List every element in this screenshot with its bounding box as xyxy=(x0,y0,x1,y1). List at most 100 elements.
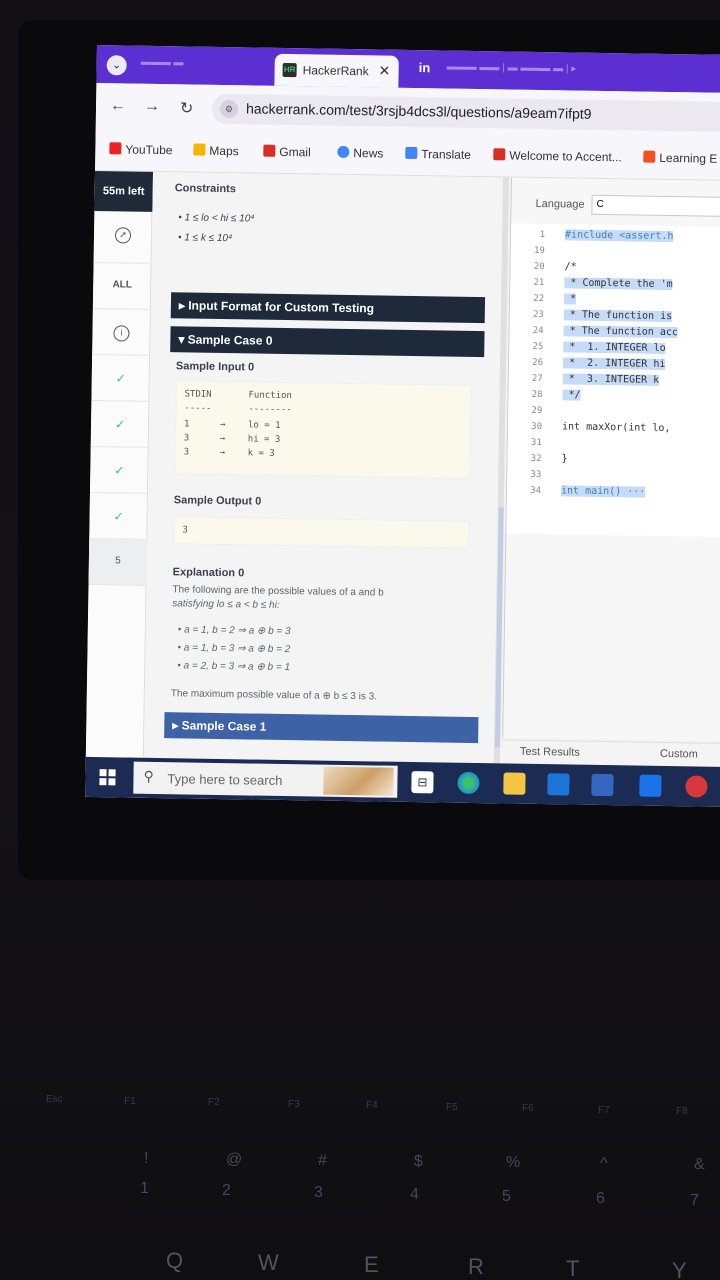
rail-q1[interactable]: ✓ xyxy=(91,354,151,402)
key-t: T xyxy=(566,1256,580,1280)
results-bar: Test Results Custom xyxy=(501,739,720,767)
key-symbol: # xyxy=(318,1152,327,1169)
code-line[interactable]: * 2. INTEGER hi xyxy=(562,357,666,370)
taskbar-search[interactable]: ⚲ Type here to search xyxy=(133,761,398,798)
key-y: Y xyxy=(672,1258,687,1280)
line-number: 34 xyxy=(530,485,542,497)
bookmark-maps[interactable]: Maps xyxy=(193,143,239,158)
line-number: 29 xyxy=(531,405,543,417)
custom-tab[interactable]: Custom xyxy=(660,748,698,761)
sample-input-heading: Sample Input 0 xyxy=(175,360,255,374)
sample-case-0-toggle[interactable]: ▾ Sample Case 0 xyxy=(170,326,485,358)
key-f5: F5 xyxy=(446,1101,458,1113)
address-bar[interactable]: ⚙ hackerrank.com/test/3rsjb4dcs3l/questi… xyxy=(211,93,720,132)
line-number: 31 xyxy=(530,437,542,449)
key-6: 6 xyxy=(596,1190,605,1207)
key-symbol: % xyxy=(506,1154,521,1171)
input-format-toggle[interactable]: ▸ Input Format for Custom Testing xyxy=(170,292,486,324)
blurred-tab[interactable]: ▬▬▬ ▬ xyxy=(141,57,261,75)
language-select[interactable]: C xyxy=(591,194,720,218)
constraints-heading: Constraints xyxy=(174,182,236,196)
security-icon[interactable] xyxy=(639,774,662,797)
app-icon[interactable] xyxy=(685,775,708,798)
line-number: 22 xyxy=(533,293,545,305)
line-number: 21 xyxy=(533,277,545,289)
laptop-screen: ⌄ ▬▬▬ ▬ HR HackerRank ✕ in ▬▬▬ ▬▬ | ▬ ▬▬… xyxy=(85,45,720,807)
test-results-tab[interactable]: Test Results xyxy=(520,746,580,759)
rail-q2[interactable]: ✓ xyxy=(90,400,150,448)
rail-q3[interactable]: ✓ xyxy=(89,446,149,494)
arrow: → xyxy=(219,447,226,459)
reload-icon[interactable]: ↻ xyxy=(180,98,194,118)
mail-icon[interactable] xyxy=(547,773,570,796)
task-view-icon[interactable]: ⊟ xyxy=(411,771,434,794)
info-icon: i xyxy=(113,325,130,342)
back-arrow-icon[interactable]: ← xyxy=(110,97,126,115)
code-line[interactable]: * The function acc xyxy=(563,325,679,339)
rail-compass[interactable]: ➚ xyxy=(93,210,153,264)
code-line[interactable]: #include <assert.h xyxy=(564,229,674,243)
key-5: 5 xyxy=(502,1188,511,1205)
bookmark-accenture[interactable]: Welcome to Accent... xyxy=(493,148,622,164)
sample-case-1-toggle[interactable]: ▸ Sample Case 1 xyxy=(164,712,479,744)
key-w: W xyxy=(258,1250,279,1275)
explanation-text: satisfying lo ≤ a < b ≤ hi: xyxy=(172,598,280,611)
news-icon xyxy=(337,145,350,158)
key-symbol: & xyxy=(694,1156,705,1173)
blurred-tabs[interactable]: ▬▬▬ ▬▬ | ▬ ▬▬▬ ▬ | ▸ xyxy=(447,61,707,81)
stdin-value: 1 xyxy=(183,419,190,430)
line-number: 23 xyxy=(532,309,544,321)
code-line[interactable]: * The function is xyxy=(563,309,673,323)
rail-q4[interactable]: ✓ xyxy=(89,492,148,540)
bookmark-news[interactable]: News xyxy=(337,145,383,161)
code-line[interactable]: * xyxy=(563,293,577,305)
key-symbol: @ xyxy=(226,1151,243,1168)
forward-arrow-icon[interactable]: → xyxy=(144,98,160,116)
line-number: 30 xyxy=(531,421,543,433)
rail-q5[interactable]: 5 xyxy=(88,538,148,586)
key-f3: F3 xyxy=(288,1098,300,1110)
bookmark-youtube[interactable]: YouTube xyxy=(109,142,173,157)
code-line[interactable]: * 3. INTEGER k xyxy=(562,373,660,386)
rail-info[interactable]: i xyxy=(92,308,151,356)
code-line[interactable]: int maxXor(int lo, xyxy=(562,421,671,434)
tab-close-icon[interactable]: ✕ xyxy=(378,62,391,79)
check-icon: ✓ xyxy=(115,371,126,386)
address-text[interactable]: hackerrank.com/test/3rsjb4dcs3l/question… xyxy=(246,100,592,121)
code-line[interactable]: * 1. INTEGER lo xyxy=(563,341,666,354)
code-line[interactable]: /* xyxy=(564,261,576,272)
linkedin-tab-icon[interactable]: in xyxy=(419,60,431,75)
stdin-dashes: ----- xyxy=(184,403,212,414)
function-header: Function xyxy=(248,390,292,402)
code-line[interactable]: */ xyxy=(562,389,581,401)
key-f8: F8 xyxy=(676,1106,688,1117)
sample-output-box: 3 xyxy=(173,516,470,549)
file-explorer-icon[interactable] xyxy=(503,772,526,795)
language-label: Language xyxy=(535,197,585,211)
stdin-value: 3 xyxy=(183,433,190,444)
key-1: 1 xyxy=(140,1180,149,1197)
tab-hackerrank[interactable]: HR HackerRank ✕ xyxy=(274,53,399,88)
check-icon: ✓ xyxy=(114,417,126,432)
store-icon[interactable] xyxy=(591,773,614,797)
key-e: E xyxy=(364,1252,379,1277)
site-info-icon[interactable]: ⚙ xyxy=(219,99,239,119)
windows-start-icon[interactable] xyxy=(99,769,116,786)
taskbar-search-placeholder: Type here to search xyxy=(167,771,283,789)
edge-icon[interactable] xyxy=(457,771,480,795)
code-line[interactable]: } xyxy=(561,453,567,464)
bookmark-gmail[interactable]: Gmail xyxy=(263,144,311,159)
bookmark-translate[interactable]: Translate xyxy=(405,146,471,162)
translate-icon xyxy=(405,146,418,160)
gmail-icon xyxy=(263,144,276,157)
tab-search-dropdown-icon[interactable]: ⌄ xyxy=(106,55,127,76)
rail-all[interactable]: ALL xyxy=(92,262,152,310)
explanation-item: • a = 1, b = 3 ⇒ a ⊕ b = 2 xyxy=(177,642,291,656)
bookmark-learning[interactable]: Learning E xyxy=(643,150,717,166)
search-icon: ⚲ xyxy=(143,767,154,784)
code-line[interactable]: * Complete the 'm xyxy=(564,277,673,291)
line-number: 24 xyxy=(532,325,544,337)
code-line[interactable]: int main() ··· xyxy=(560,485,646,498)
code-editor[interactable]: 1 #include <assert.h 19 20 /* 21 * Complete t… xyxy=(506,223,720,538)
youtube-icon xyxy=(109,142,122,155)
